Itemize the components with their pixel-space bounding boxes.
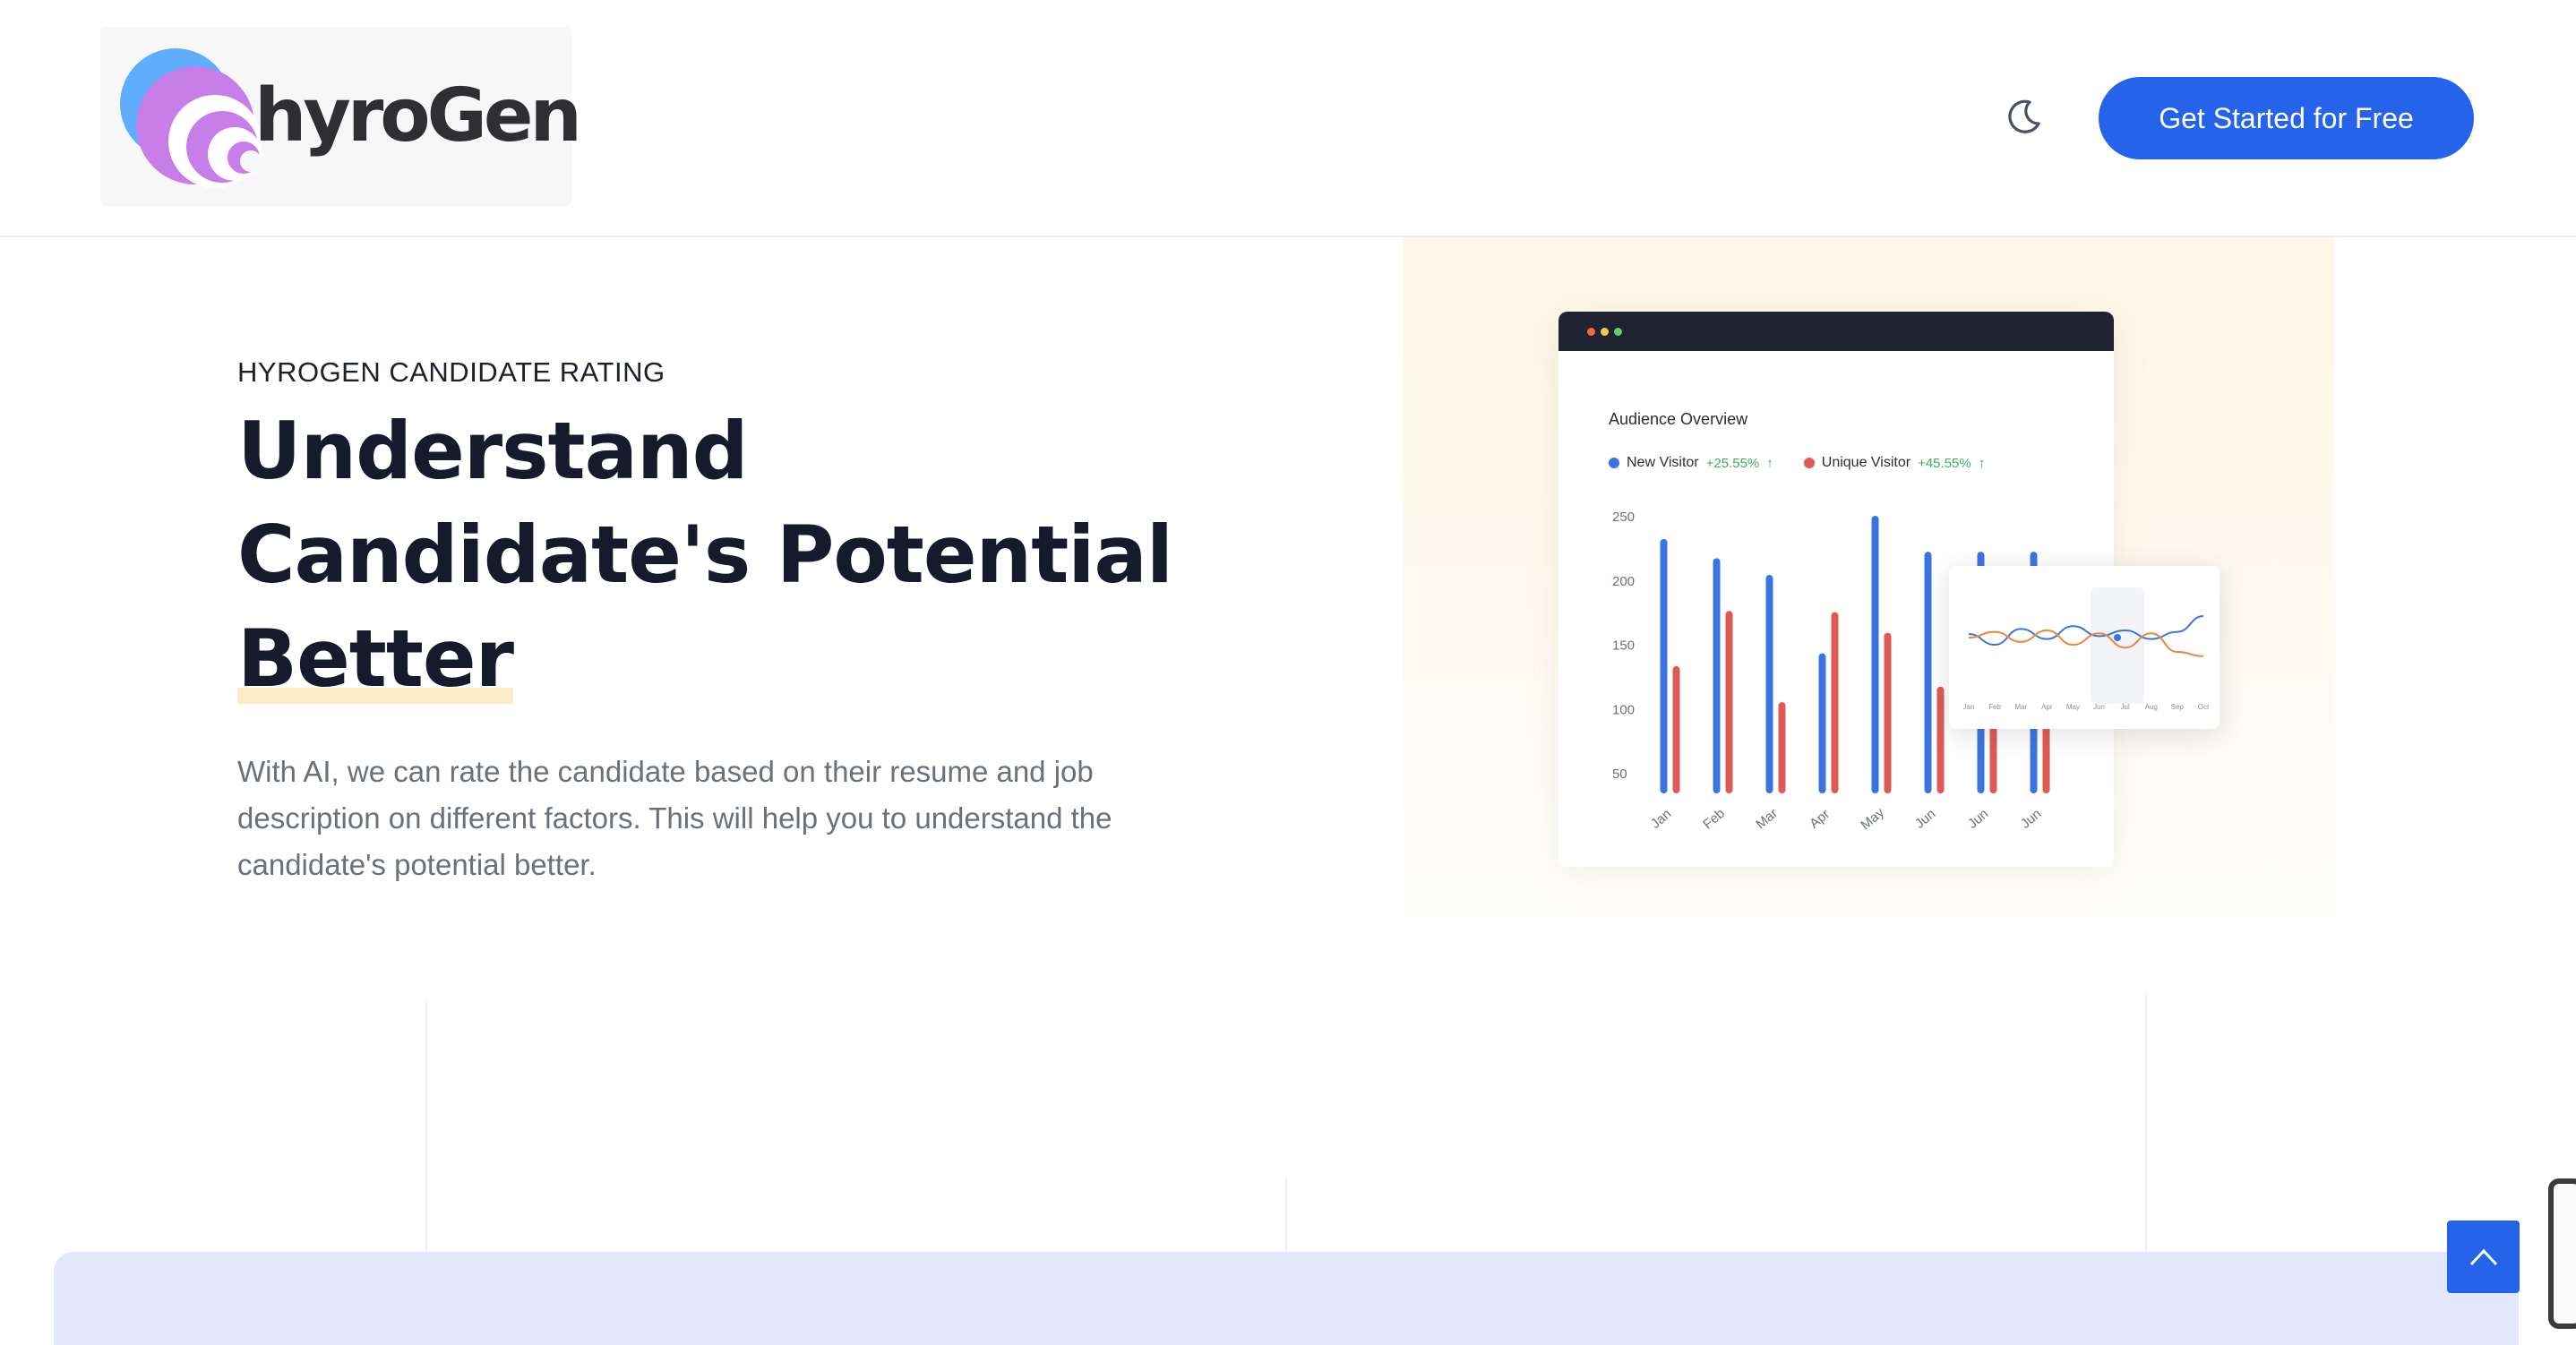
edge-widget[interactable]: [2548, 1178, 2576, 1329]
bar-jan: [1660, 538, 1668, 793]
divider-line: [2145, 994, 2147, 1252]
x-tick-label: May: [1858, 805, 1887, 834]
scroll-to-top-button[interactable]: [2447, 1221, 2520, 1293]
x-tick-label: Feb: [1988, 703, 2001, 711]
bar-jan: [1672, 665, 1680, 793]
bar-may: [1871, 516, 1879, 793]
x-tick-label: Jun: [2018, 806, 2044, 832]
headline-line-2: Candidate's Potential: [237, 509, 1173, 601]
bar-mar: [1778, 702, 1786, 793]
bar-jun: [1989, 718, 1997, 793]
chevron-up-icon: [2469, 1248, 2497, 1265]
bar-apr: [1818, 653, 1826, 793]
section-eyebrow: HYROGEN CANDIDATE RATING: [237, 356, 665, 388]
hero-description: With AI, we can rate the candidate based…: [237, 755, 1112, 881]
x-tick-label: Jul: [2121, 703, 2130, 711]
mini-line-chart-card: Jan Feb Mar Apr May Jun Jul Aug Sep Oct: [1949, 566, 2220, 729]
x-tick-label: Sep: [2171, 703, 2185, 711]
y-tick-label: 100: [1612, 702, 1635, 717]
x-tick-label: Mar: [1753, 806, 1781, 833]
bar-jun: [2042, 718, 2050, 793]
bar-mar: [1765, 575, 1773, 793]
headline-line-1: Understand: [237, 405, 749, 497]
x-tick-label: Feb: [1700, 806, 1728, 833]
bar-jun: [1936, 686, 1945, 793]
bar-apr: [1831, 612, 1839, 793]
bar-jun: [1924, 552, 1932, 793]
x-tick-label: Aug: [2145, 703, 2158, 711]
moon-icon: [2008, 99, 2040, 133]
y-tick-label: 250: [1612, 510, 1635, 525]
line-chart: Jan Feb Mar Apr May Jun Jul Aug Sep Oct: [1963, 587, 2210, 711]
hover-point: [2114, 634, 2121, 641]
divider-line: [425, 1001, 427, 1252]
next-section-band: [54, 1252, 2519, 1345]
bar-may: [1884, 632, 1892, 793]
page: hyroGen Get Started for Free HYROGEN CAN…: [0, 0, 2576, 1345]
headline-line-3-highlight: Better: [237, 607, 514, 711]
line-series-0: [1968, 615, 2204, 647]
theme-toggle-button[interactable]: [2003, 95, 2046, 138]
x-tick-label: Oct: [2198, 703, 2210, 711]
x-tick-label: Mar: [2014, 703, 2027, 711]
x-tick-label: Apr: [2041, 703, 2053, 711]
y-tick-label: 200: [1612, 574, 1635, 589]
x-tick-label: Jun: [1965, 806, 1991, 832]
x-tick-label: Jan: [1963, 703, 1975, 711]
bar-feb: [1725, 611, 1733, 793]
get-started-button[interactable]: Get Started for Free: [2099, 77, 2474, 159]
divider-line: [1285, 1178, 1287, 1252]
logo-wave-icon: [120, 48, 262, 188]
x-tick-label: Jan: [1648, 806, 1674, 832]
bar-feb: [1713, 558, 1721, 793]
y-tick-label: 150: [1612, 638, 1635, 654]
y-tick-label: 50: [1612, 767, 1627, 782]
x-tick-label: May: [2066, 703, 2080, 711]
hero-headline: Understand Candidate's Potential Better: [237, 399, 1223, 711]
x-tick-label: Jun: [1912, 806, 1938, 832]
x-tick-label: Apr: [1807, 807, 1833, 832]
site-header: hyroGen Get Started for Free: [0, 0, 2576, 237]
logo-text: hyroGen: [254, 73, 582, 158]
x-tick-label: Jun: [2093, 703, 2105, 711]
logo[interactable]: hyroGen: [100, 27, 582, 206]
